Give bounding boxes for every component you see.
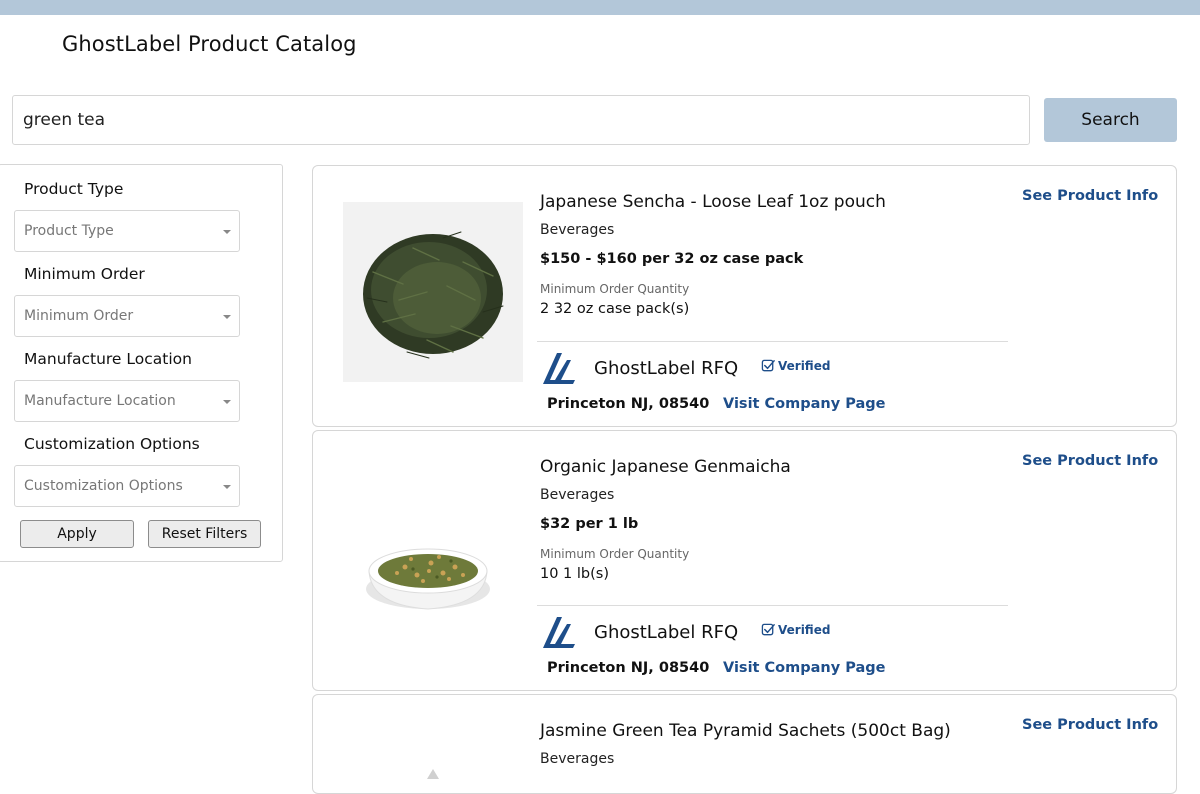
- manufacture-location-select[interactable]: Manufacture Location: [14, 380, 240, 422]
- moq-label: Minimum Order Quantity: [540, 282, 690, 296]
- chevron-down-icon: [223, 400, 231, 404]
- filters-panel: Product Type Product Type Minimum Order …: [0, 164, 283, 562]
- minimum-order-label: Minimum Order: [24, 265, 145, 283]
- verified-check-icon: [761, 623, 775, 636]
- moq-value: 2 32 oz case pack(s): [540, 301, 690, 317]
- reset-filters-button[interactable]: Reset Filters: [148, 520, 261, 548]
- company-location: Princeton NJ, 08540: [547, 396, 710, 412]
- customization-options-label: Customization Options: [24, 435, 200, 453]
- product-type-select[interactable]: Product Type: [14, 210, 240, 252]
- verified-label: Verified: [778, 622, 831, 637]
- minimum-order-select[interactable]: Minimum Order: [14, 295, 240, 337]
- see-product-info-link[interactable]: See Product Info: [1022, 717, 1158, 733]
- product-name[interactable]: Japanese Sencha - Loose Leaf 1oz pouch: [540, 192, 886, 212]
- product-type-label: Product Type: [24, 180, 124, 198]
- loose-leaf-tea-image[interactable]: [343, 202, 523, 382]
- product-name[interactable]: Jasmine Green Tea Pyramid Sachets (500ct…: [540, 721, 951, 741]
- genmaicha-bowl-image[interactable]: [353, 527, 503, 619]
- product-card: Japanese Sencha - Loose Leaf 1oz pouch B…: [312, 165, 1177, 427]
- product-price: $150 - $160 per 32 oz case pack: [540, 251, 804, 267]
- chevron-down-icon: [223, 315, 231, 319]
- search-input[interactable]: [12, 95, 1030, 145]
- see-product-info-link[interactable]: See Product Info: [1022, 453, 1158, 469]
- company-location: Princeton NJ, 08540: [547, 660, 710, 676]
- product-card: Jasmine Green Tea Pyramid Sachets (500ct…: [312, 694, 1177, 794]
- top-accent-bar: [0, 0, 1200, 15]
- moq-value: 10 1 lb(s): [540, 566, 609, 582]
- product-type-placeholder: Product Type: [24, 223, 114, 239]
- product-category: Beverages: [540, 487, 615, 503]
- verified-label: Verified: [778, 358, 831, 373]
- card-divider: [537, 605, 1008, 606]
- product-name[interactable]: Organic Japanese Genmaicha: [540, 457, 791, 477]
- customization-options-placeholder: Customization Options: [24, 478, 183, 494]
- page-title: GhostLabel Product Catalog: [62, 32, 357, 56]
- product-category: Beverages: [540, 751, 615, 767]
- verified-check-icon: [761, 359, 775, 372]
- product-card: Organic Japanese Genmaicha Beverages $32…: [312, 430, 1177, 691]
- visit-company-page-link[interactable]: Visit Company Page: [723, 396, 885, 412]
- card-divider: [537, 341, 1008, 342]
- customization-options-select[interactable]: Customization Options: [14, 465, 240, 507]
- company-logo-icon: [543, 617, 575, 648]
- company-name: GhostLabel RFQ: [594, 622, 739, 643]
- moq-label: Minimum Order Quantity: [540, 547, 690, 561]
- chevron-down-icon: [223, 230, 231, 234]
- search-button[interactable]: Search: [1044, 98, 1177, 142]
- visit-company-page-link[interactable]: Visit Company Page: [723, 660, 885, 676]
- manufacture-location-label: Manufacture Location: [24, 350, 192, 368]
- image-placeholder[interactable]: [423, 767, 443, 779]
- product-price: $32 per 1 lb: [540, 516, 639, 532]
- verified-badge: Verified: [761, 358, 830, 373]
- verified-badge: Verified: [761, 622, 830, 637]
- manufacture-location-placeholder: Manufacture Location: [24, 393, 176, 409]
- company-name: GhostLabel RFQ: [594, 358, 739, 379]
- see-product-info-link[interactable]: See Product Info: [1022, 188, 1158, 204]
- apply-button[interactable]: Apply: [20, 520, 134, 548]
- minimum-order-placeholder: Minimum Order: [24, 308, 134, 324]
- company-logo-icon: [543, 353, 575, 384]
- chevron-down-icon: [223, 485, 231, 489]
- product-category: Beverages: [540, 222, 615, 238]
